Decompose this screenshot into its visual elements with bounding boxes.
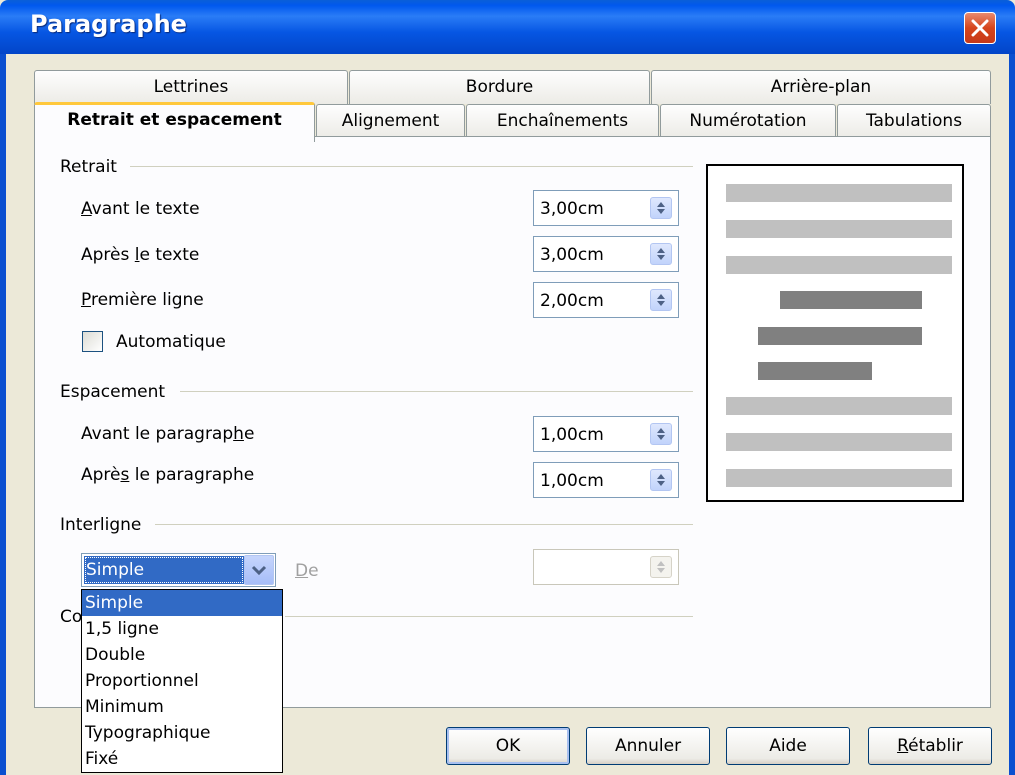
spinner-value: 2,00cm <box>540 291 604 311</box>
preview-line <box>726 469 952 487</box>
help-button[interactable]: Aide <box>726 727 850 765</box>
preview-line <box>726 433 952 451</box>
preview-line <box>726 256 952 274</box>
tab-lettrines[interactable]: Lettrines <box>34 70 348 104</box>
section-interligne-heading: Interligne <box>60 515 142 535</box>
spin-arrows-icon[interactable] <box>650 243 672 265</box>
avant-paragraphe-spinner[interactable]: 1,00cm <box>533 416 679 452</box>
section-retrait-heading: Retrait <box>60 157 117 177</box>
spinner-value: 3,00cm <box>540 199 604 219</box>
title-bar[interactable]: Paragraphe <box>0 0 1015 54</box>
cancel-button[interactable]: Annuler <box>586 727 710 765</box>
section-divider <box>130 166 693 167</box>
interligne-selected-value: Simple <box>84 556 244 584</box>
preview-line <box>780 291 922 309</box>
dropdown-option[interactable]: Fixé <box>82 746 282 772</box>
preview-line <box>758 362 872 380</box>
dropdown-option[interactable]: Double <box>82 642 282 668</box>
interligne-select[interactable]: Simple <box>81 553 276 587</box>
tab-label: Retrait et espacement <box>67 110 282 130</box>
apres-texte-label: Après le texte <box>81 245 200 265</box>
section-divider <box>285 616 693 617</box>
premiere-ligne-label: Première ligne <box>81 290 204 310</box>
reset-button[interactable]: Rétablir <box>868 727 992 765</box>
tab-tabulations[interactable]: Tabulations <box>837 104 991 138</box>
apres-paragraphe-spinner[interactable]: 1,00cm <box>533 462 679 498</box>
preview-line <box>726 184 952 202</box>
tab-label: Bordure <box>465 77 534 97</box>
section-divider <box>180 391 693 392</box>
spin-arrows-icon[interactable] <box>650 289 672 311</box>
tab-bordure[interactable]: Bordure <box>349 70 650 104</box>
tab-label: Enchaînements <box>496 111 629 131</box>
premiere-ligne-spinner[interactable]: 2,00cm <box>533 282 679 318</box>
preview-line <box>758 327 922 345</box>
dropdown-option[interactable]: Minimum <box>82 694 282 720</box>
dropdown-option[interactable]: Proportionnel <box>82 668 282 694</box>
spin-arrows-icon <box>650 556 672 578</box>
tab-arriere-plan[interactable]: Arrière-plan <box>651 70 991 104</box>
section-espacement-heading: Espacement <box>60 382 166 402</box>
close-button[interactable] <box>964 12 996 44</box>
tab-label: Alignement <box>341 111 440 131</box>
tab-enchainements[interactable]: Enchaînements <box>466 104 659 138</box>
avant-texte-label: Avant le texte <box>81 199 200 219</box>
preview-line <box>726 397 952 415</box>
apres-paragraphe-label: Après le paragraphe <box>81 465 255 485</box>
spin-arrows-icon[interactable] <box>650 423 672 445</box>
paragraph-preview <box>706 164 964 502</box>
section-divider <box>155 524 693 525</box>
spinner-value: 1,00cm <box>540 471 604 491</box>
spin-arrows-icon[interactable] <box>650 469 672 491</box>
apres-texte-spinner[interactable]: 3,00cm <box>533 236 679 272</box>
close-icon <box>971 19 989 37</box>
tab-retrait-espacement[interactable]: Retrait et espacement <box>34 102 315 142</box>
automatique-checkbox[interactable] <box>82 331 103 352</box>
dropdown-option[interactable]: Simple <box>82 590 282 616</box>
combo-dropdown-button[interactable] <box>244 555 274 585</box>
hidden-section-heading: Co <box>60 607 83 627</box>
automatique-label: Automatique <box>116 332 226 352</box>
de-spinner[interactable] <box>533 549 679 585</box>
chevron-down-icon <box>251 565 267 576</box>
spinner-value: 1,00cm <box>540 425 604 445</box>
preview-line <box>726 220 952 238</box>
avant-paragraphe-label: Avant le paragraphe <box>81 424 255 444</box>
tab-label: Lettrines <box>153 77 229 97</box>
dropdown-option[interactable]: Typographique <box>82 720 282 746</box>
avant-texte-spinner[interactable]: 3,00cm <box>533 190 679 226</box>
spinner-value: 3,00cm <box>540 245 604 265</box>
tab-label: Arrière-plan <box>770 77 872 97</box>
interligne-dropdown-list[interactable]: Simple 1,5 ligne Double Proportionnel Mi… <box>81 589 283 773</box>
de-label: De <box>295 561 319 581</box>
ok-button[interactable]: OK <box>446 727 570 765</box>
window-title: Paragraphe <box>30 10 187 38</box>
dropdown-option[interactable]: 1,5 ligne <box>82 616 282 642</box>
tab-label: Numérotation <box>689 111 807 131</box>
tab-alignement[interactable]: Alignement <box>316 104 465 138</box>
tab-numerotation[interactable]: Numérotation <box>660 104 836 138</box>
tab-label: Tabulations <box>865 111 963 131</box>
spin-arrows-icon[interactable] <box>650 197 672 219</box>
